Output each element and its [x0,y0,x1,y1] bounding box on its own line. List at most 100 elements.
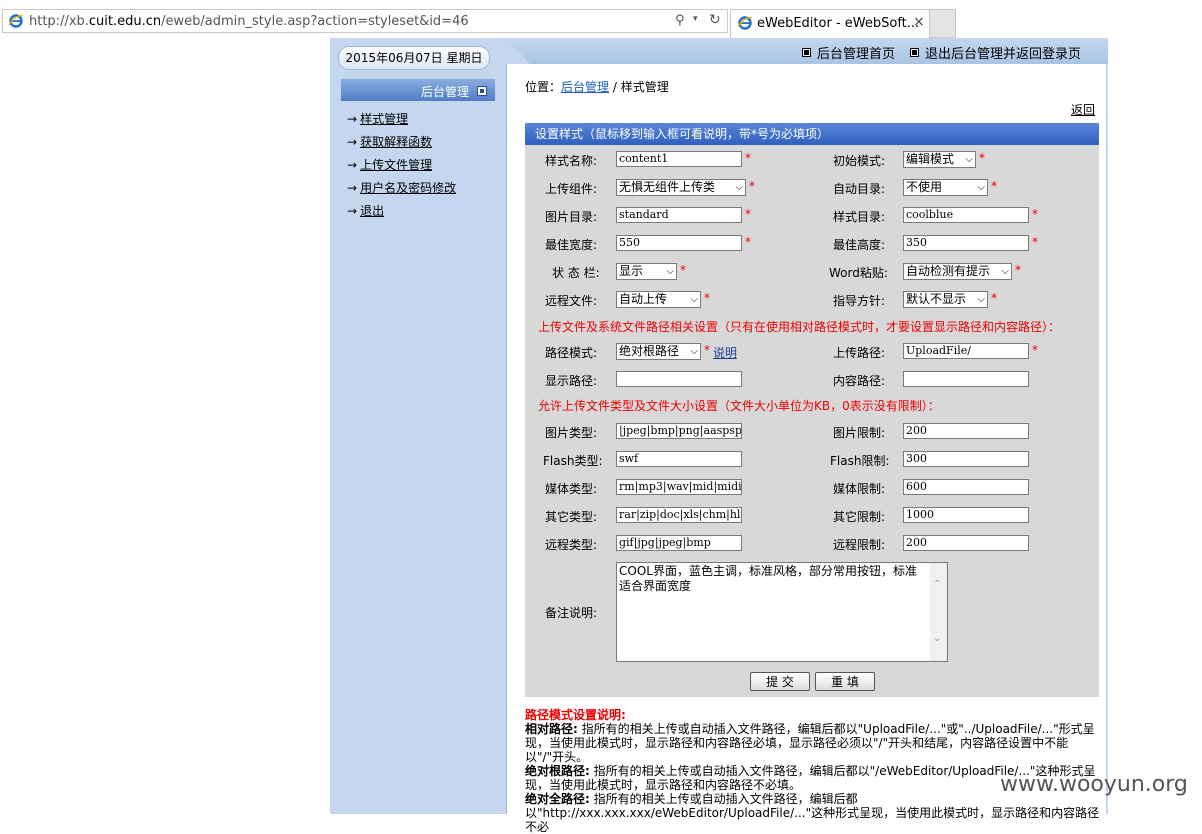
required-star: * [680,263,686,277]
sidebar-item-exit[interactable]: → 退出 [347,202,384,219]
sidebar-item-label[interactable]: 获取解释函数 [360,135,432,149]
date-display: 2015年06月07日 星期日 [338,46,490,70]
scrollbar[interactable]: ⌃ ⌄ [930,563,947,661]
guide-select[interactable]: 默认不显示 ⌵ [903,291,988,308]
required-star: * [1032,207,1038,221]
flash-limit-label: Flash限制: [830,454,890,468]
address-bar[interactable]: http://xb.cuit.edu.cn/eweb/admin_style.a… [2,9,728,33]
ie-tab-icon [737,16,753,30]
remote-limit-input[interactable]: 200 [903,535,1029,551]
sidebar [330,38,506,814]
media-limit-input[interactable]: 600 [903,479,1029,495]
remark-textarea[interactable]: COOL界面，蓝色主调，标准风格，部分常用按钮，标准适合界面宽度 ⌃ ⌄ [616,562,948,662]
other-type-input[interactable]: rar|zip|doc|xls|chm|hlp [616,507,742,523]
dropdown-arrow-icon[interactable]: ▾ [693,14,698,24]
browser-bar: http://xb.cuit.edu.cn/eweb/admin_style.a… [0,0,1202,38]
sidebar-item-style-manage[interactable]: → 样式管理 [347,110,408,127]
best-height-input[interactable]: 350 [903,235,1029,251]
chevron-down-icon: ⌵ [690,294,698,305]
media-limit-label: 媒体限制: [833,482,886,496]
required-star: * [1032,343,1038,357]
back-link[interactable]: 返回 [1071,101,1095,118]
chevron-down-icon: ⌵ [735,182,743,193]
ie-icon [8,14,24,28]
image-dir-label: 图片目录: [545,210,598,224]
watermark: www.wooyun.org [1000,772,1188,797]
sidebar-item-label[interactable]: 上传文件管理 [360,158,432,172]
help-absolute-full: 绝对全路径: 指所有的相关上传或自动插入文件路径，编辑后都以"http://xx… [525,792,1100,834]
close-icon[interactable]: × [913,14,925,30]
status-bar-select[interactable]: 显示 ⌵ [616,263,677,280]
image-dir-input[interactable]: standard [616,207,742,223]
sidebar-header[interactable]: 后台管理 [341,79,495,101]
search-icon[interactable]: ⚲ [675,13,685,28]
file-type-note: 允许上传文件类型及文件大小设置（文件大小单位为KB，0表示没有限制）： [538,399,940,413]
word-paste-select[interactable]: 自动检测有提示 ⌵ [903,263,1012,280]
refresh-icon[interactable]: ↻ [709,12,721,28]
upload-path-input[interactable]: UploadFile/ [903,343,1029,359]
style-dir-input[interactable]: coolblue [903,207,1029,223]
upload-path-label: 上传路径: [833,346,886,360]
media-type-input[interactable]: rm|mp3|wav|mid|midi|ra|a [616,479,742,495]
scroll-down-icon[interactable]: ⌄ [933,631,941,646]
new-tab-button[interactable] [930,9,956,38]
sidebar-item-label[interactable]: 用户名及密码修改 [360,181,456,195]
other-type-label: 其它类型: [545,510,598,524]
display-path-input[interactable] [616,371,742,387]
flash-type-input[interactable]: swf [616,451,742,467]
remote-type-label: 远程类型: [545,538,598,552]
remote-type-input[interactable]: gif|jpg|jpeg|bmp [616,535,742,551]
chevron-down-icon: ⌵ [977,294,985,305]
arrow-icon: → [347,135,358,149]
required-star: * [704,291,710,305]
best-width-input[interactable]: 550 [616,235,742,251]
admin-home-link[interactable]: 后台管理首页 [802,43,895,62]
collapse-icon[interactable] [477,86,487,96]
submit-button[interactable]: 提 交 [750,672,810,691]
style-name-input[interactable]: content1 [616,151,742,167]
path-mode-help: 路径模式设置说明: 相对路径: 指所有的相关上传或自动插入文件路径，编辑后都以"… [525,708,1100,834]
form-title: 设置样式（鼠标移到输入框可看说明，带*号为必填项） [525,123,1099,145]
breadcrumb-link[interactable]: 后台管理 [561,80,609,94]
browser-tab[interactable]: eWebEditor - eWebSoft... × [730,9,930,38]
chevron-down-icon: ⌵ [965,154,973,165]
url-text[interactable]: http://xb.cuit.edu.cn/eweb/admin_style.a… [29,14,469,29]
path-mode-label: 路径模式: [545,346,598,360]
image-limit-input[interactable]: 200 [903,423,1029,439]
remote-file-select[interactable]: 自动上传 ⌵ [616,291,701,308]
path-help-link[interactable]: 说明 [713,344,737,361]
required-star: * [1032,235,1038,249]
path-mode-select[interactable]: 绝对根路径 ⌵ [616,343,701,360]
flash-limit-input[interactable]: 300 [903,451,1029,467]
required-star: * [1015,263,1021,277]
required-star: * [745,207,751,221]
required-star: * [745,235,751,249]
logout-link[interactable]: 退出后台管理并返回登录页 [910,43,1081,62]
other-limit-input[interactable]: 1000 [903,507,1029,523]
content-path-label: 内容路径: [833,374,886,388]
sidebar-item-label[interactable]: 样式管理 [360,112,408,126]
init-mode-label: 初始模式: [833,154,886,168]
reset-button[interactable]: 重 填 [815,672,875,691]
required-star: * [991,179,997,193]
required-star: * [979,151,985,165]
image-type-label: 图片类型: [545,426,598,440]
sidebar-item-change-password[interactable]: → 用户名及密码修改 [347,179,456,196]
media-type-label: 媒体类型: [545,482,598,496]
auto-dir-select[interactable]: 不使用 ⌵ [903,179,988,196]
display-path-label: 显示路径: [545,374,598,388]
init-mode-select[interactable]: 编辑模式 ⌵ [903,151,976,168]
flash-type-label: Flash类型: [543,454,603,468]
image-type-input[interactable]: |jpeg|bmp|png|aaspsp|asa [616,423,742,439]
upload-component-select[interactable]: 无惧无组件上传类 ⌵ [616,179,746,196]
sidebar-item-upload-files[interactable]: → 上传文件管理 [347,156,432,173]
scroll-up-icon[interactable]: ⌃ [933,577,941,592]
chevron-down-icon: ⌵ [690,346,698,357]
square-bullet-icon [910,48,919,57]
style-dir-label: 样式目录: [833,210,886,224]
content-path-input[interactable] [903,371,1029,387]
help-relative: 相对路径: 指所有的相关上传或自动插入文件路径，编辑后都以"UploadFile… [525,722,1095,764]
divider [1106,64,1108,814]
sidebar-item-label[interactable]: 退出 [360,204,384,218]
sidebar-item-get-function[interactable]: → 获取解释函数 [347,133,432,150]
